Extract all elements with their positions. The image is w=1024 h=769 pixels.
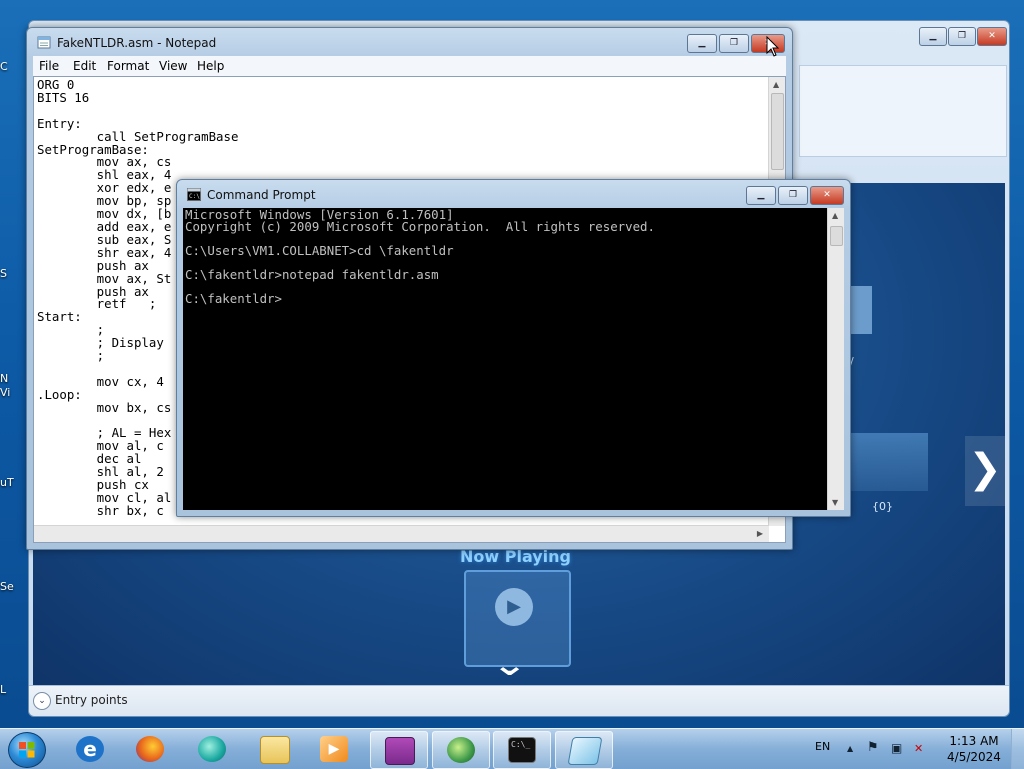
- desktop-icon-label[interactable]: S: [0, 267, 7, 280]
- notepad-taskbar-icon: [567, 737, 603, 765]
- media-minimize-button[interactable]: ▁: [919, 27, 947, 46]
- desktop-icon-label[interactable]: L: [0, 683, 6, 696]
- taskbar-media-player[interactable]: ▶: [306, 731, 362, 767]
- windows-logo-icon: [19, 742, 35, 758]
- mouse-cursor-icon: [766, 36, 780, 57]
- menu-file[interactable]: File: [39, 59, 59, 73]
- taskbar-media-center[interactable]: [432, 731, 490, 769]
- notepad-icon: [37, 36, 51, 49]
- system-clock[interactable]: 1:13 AM 4/5/2024: [944, 733, 1004, 765]
- taskbar-notepad[interactable]: [555, 731, 613, 769]
- notepad-minimize-button[interactable]: ▁: [687, 34, 717, 53]
- menu-view[interactable]: View: [159, 59, 187, 73]
- notepad-menubar: File Edit Format View Help: [33, 56, 786, 76]
- menu-edit[interactable]: Edit: [73, 59, 96, 73]
- cmd-output[interactable]: Microsoft Windows [Version 6.1.7601] Cop…: [185, 208, 655, 305]
- firefox-icon: [136, 736, 164, 762]
- media-player-icon: ▶: [320, 736, 348, 762]
- taskbar-windows-explorer[interactable]: [246, 731, 302, 767]
- media-header-panel: [799, 65, 1007, 157]
- show-desktop-button[interactable]: [1011, 729, 1024, 769]
- command-prompt-icon: C:\_: [508, 737, 536, 763]
- desktop-icon-label[interactable]: C: [0, 60, 8, 73]
- cmd-maximize-button[interactable]: ❐: [778, 186, 808, 205]
- notepad-title: FakeNTLDR.asm - Notepad: [57, 36, 217, 50]
- volume-muted-icon[interactable]: ✕: [914, 742, 923, 755]
- command-prompt-window: C:\ Command Prompt ▁ ❐ ✕ Microsoft Windo…: [176, 179, 851, 517]
- notepad-titlebar[interactable]: FakeNTLDR.asm - Notepad ▁ ❐ ✕: [27, 28, 792, 56]
- media-wave-tile[interactable]: [850, 433, 928, 491]
- media-close-button[interactable]: ✕: [977, 27, 1007, 46]
- clock-date: 4/5/2024: [947, 750, 1001, 764]
- expand-icon[interactable]: ⌄: [33, 692, 51, 710]
- cmd-console[interactable]: Microsoft Windows [Version 6.1.7601] Cop…: [183, 208, 844, 510]
- cmd-icon: C:\: [187, 188, 201, 201]
- taskbar-command-prompt[interactable]: C:\_: [493, 731, 551, 769]
- next-arrow-icon[interactable]: ❯: [965, 436, 1005, 506]
- desktop-icon-label[interactable]: uT: [0, 476, 14, 489]
- cmd-minimize-button[interactable]: ▁: [746, 186, 776, 205]
- scroll-up-icon[interactable]: ▲: [773, 80, 779, 89]
- taskbar-chat-app[interactable]: [184, 731, 240, 767]
- network-icon[interactable]: ▣: [891, 741, 902, 755]
- entry-points-label[interactable]: Entry points: [55, 693, 128, 707]
- language-indicator[interactable]: EN: [815, 740, 830, 753]
- notepad-horizontal-scrollbar[interactable]: ▶: [34, 525, 769, 542]
- cmd-vertical-scrollbar[interactable]: ▲ ▼: [827, 208, 844, 510]
- desktop-icon-label[interactable]: N: [0, 372, 8, 385]
- menu-help[interactable]: Help: [197, 59, 224, 73]
- folder-icon: [260, 736, 290, 764]
- media-center-icon: [447, 737, 475, 763]
- notepad-scroll-thumb[interactable]: [771, 93, 784, 170]
- taskbar-winrar[interactable]: [370, 731, 428, 769]
- start-button[interactable]: [8, 732, 46, 768]
- internet-explorer-icon: e: [76, 736, 104, 762]
- show-hidden-icons-icon[interactable]: ▲: [847, 744, 853, 753]
- media-tile-caption: {0}: [872, 500, 893, 513]
- taskbar-firefox[interactable]: [122, 731, 178, 767]
- media-bottom-bar: ⌄ Entry points: [29, 685, 1009, 716]
- action-center-flag-icon[interactable]: ⚑: [867, 740, 879, 755]
- media-maximize-button[interactable]: ❐: [948, 27, 976, 46]
- chevron-down-icon[interactable]: ⌄: [492, 648, 527, 683]
- cmd-title: Command Prompt: [207, 188, 316, 202]
- menu-format[interactable]: Format: [107, 59, 149, 73]
- cmd-titlebar[interactable]: C:\ Command Prompt ▁ ❐ ✕: [177, 180, 850, 208]
- winrar-icon: [385, 737, 415, 765]
- play-icon[interactable]: ▶: [495, 588, 533, 626]
- scroll-right-icon[interactable]: ▶: [757, 529, 763, 538]
- cmd-scroll-thumb[interactable]: [830, 226, 843, 246]
- notepad-maximize-button[interactable]: ❐: [719, 34, 749, 53]
- desktop-icon-label[interactable]: Se: [0, 580, 14, 593]
- media-tile[interactable]: [850, 286, 872, 334]
- chat-app-icon: [198, 736, 226, 762]
- desktop-icon-label[interactable]: Vi: [0, 386, 10, 399]
- taskbar-internet-explorer[interactable]: e: [62, 731, 118, 767]
- taskbar: e ▶ C:\_ EN ▲ ⚑ ▣ ✕ 1:13 AM 4/5/2024: [0, 728, 1024, 769]
- clock-time: 1:13 AM: [949, 734, 999, 748]
- cmd-close-button[interactable]: ✕: [810, 186, 844, 205]
- scroll-down-icon[interactable]: ▼: [832, 498, 838, 507]
- svg-text:C:\: C:\: [189, 193, 200, 200]
- scroll-up-icon[interactable]: ▲: [832, 211, 838, 220]
